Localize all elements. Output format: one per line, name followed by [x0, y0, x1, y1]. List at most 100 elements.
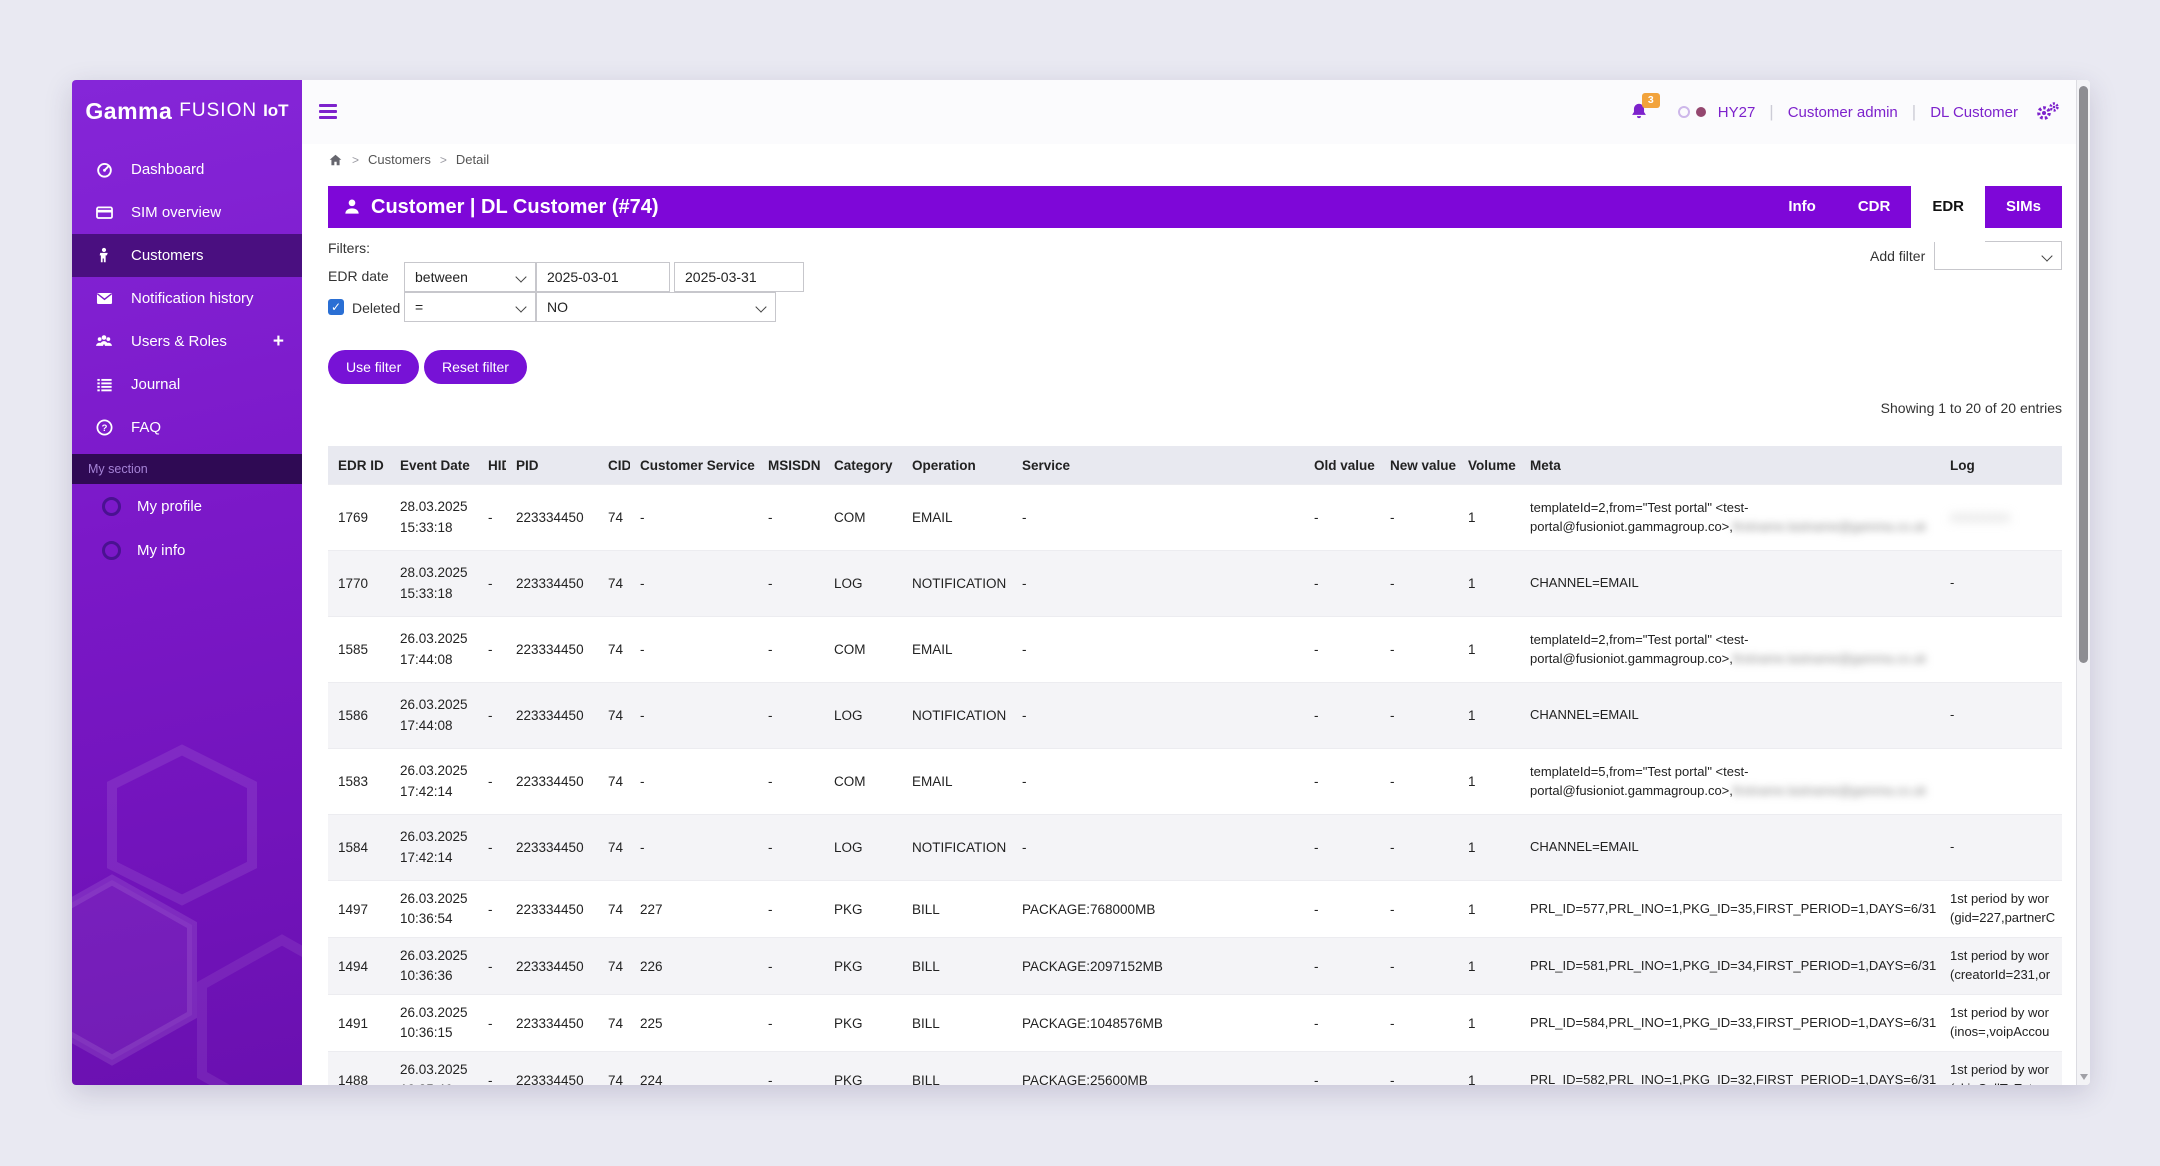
topbar-divider: |: [1769, 102, 1774, 121]
table-row: 1497 26.03.2025 10:36:54 - 223334450 74 227 - PK…: [328, 880, 2062, 938]
sidebar-item-label: Notification history: [131, 290, 254, 307]
content-area: > Customers > Detail Customer | DL Custo…: [302, 144, 2076, 1085]
column-header-event-date[interactable]: Event Date: [390, 446, 478, 485]
column-header-msisdn[interactable]: MSISDN: [758, 446, 824, 485]
person-icon: [345, 199, 359, 214]
column-header-category[interactable]: Category: [824, 446, 902, 485]
edr-date-from-input[interactable]: 2025-03-01: [536, 262, 670, 292]
cell-edr-id: 1585: [338, 642, 369, 657]
column-header-customer-service[interactable]: Customer Service: [630, 446, 758, 485]
cell-customer-service: 227: [640, 901, 663, 917]
cell-category: COM: [834, 510, 866, 525]
expand-plus-icon[interactable]: +: [273, 332, 284, 351]
account-link[interactable]: HY27: [1718, 104, 1756, 121]
cell-edr-id: 1497: [338, 901, 369, 917]
cell-new-value: -: [1390, 1015, 1395, 1031]
breadcrumb-customers[interactable]: Customers: [368, 152, 431, 167]
sidebar-item-users-roles[interactable]: Users & Roles +: [72, 320, 302, 363]
cell-log: -: [1940, 682, 2062, 749]
hexagon-pattern-decoration: [72, 744, 302, 1085]
tab-edr[interactable]: EDR: [1911, 186, 1985, 242]
sidebar-item-label: Dashboard: [131, 161, 205, 178]
sidebar-item-label: My profile: [137, 497, 203, 515]
cell-new-value: -: [1390, 510, 1395, 525]
edr-table: EDR IDEvent DateHIDPIDCIDCustomer Servic…: [328, 446, 2062, 1085]
customer-icon: [94, 246, 114, 266]
sidebar-item-dashboard[interactable]: Dashboard: [72, 148, 302, 191]
cell-edr-id: 1488: [328, 1051, 390, 1085]
cell-volume: 1: [1468, 1015, 1476, 1031]
column-header-service[interactable]: Service: [1012, 446, 1304, 485]
cell-edr-id: 1494: [328, 937, 390, 995]
sidebar-item-my-info[interactable]: My info: [72, 528, 302, 572]
home-icon[interactable]: [328, 153, 343, 167]
column-header-hid[interactable]: HID: [478, 446, 506, 485]
add-filter-select[interactable]: [1934, 241, 2062, 270]
sidebar-item-label: Users & Roles: [131, 333, 227, 350]
cell-operation: BILL: [912, 1015, 940, 1031]
notifications-button[interactable]: 3: [1628, 93, 1660, 124]
customer-link[interactable]: DL Customer: [1930, 104, 2018, 121]
cell-old-value: -: [1314, 642, 1319, 657]
sidebar-item-notification-history[interactable]: Notification history: [72, 277, 302, 320]
reset-filter-button[interactable]: Reset filter: [424, 350, 527, 384]
cell-pid: 223334450: [516, 642, 584, 657]
cell-datetime: 26.03.2025 10:36:54: [400, 890, 468, 926]
scrollbar-down-arrow-icon[interactable]: [2080, 1074, 2088, 1080]
column-header-new-value[interactable]: New value: [1380, 446, 1458, 485]
deleted-operator-select[interactable]: =: [404, 292, 536, 322]
cell-service: PACKAGE:25600MB: [1012, 1051, 1304, 1085]
column-header-edr-id[interactable]: EDR ID: [328, 446, 390, 485]
column-header-volume[interactable]: Volume: [1458, 446, 1520, 485]
column-header-cid[interactable]: CID: [598, 446, 630, 485]
tab-cdr[interactable]: CDR: [1837, 186, 1912, 228]
edr-date-operator-select[interactable]: between: [404, 262, 536, 292]
use-filter-button[interactable]: Use filter: [328, 350, 420, 384]
cell-cid: 74: [608, 774, 624, 789]
cell-hid: -: [488, 774, 493, 789]
cell-cid: 74: [598, 814, 630, 881]
cell-customer-service: -: [630, 550, 758, 617]
cell-customer-service: -: [630, 682, 758, 749]
cell-customer-service: 225: [640, 1015, 663, 1031]
gauge-icon: [94, 160, 114, 180]
cell-edr-id: 1491: [338, 1015, 369, 1031]
cell-operation: EMAIL: [912, 642, 953, 657]
sidebar-item-faq[interactable]: ? FAQ: [72, 406, 302, 449]
add-filter-label: Add filter: [1870, 248, 1926, 264]
cell-datetime: 28.03.2025 15:33:18: [390, 550, 478, 617]
customer-detail-header: Customer | DL Customer (#74) Info CDR EDR S…: [328, 186, 2062, 242]
cell-volume: 1: [1458, 1051, 1520, 1085]
menu-toggle-icon[interactable]: [319, 104, 337, 122]
column-header-pid[interactable]: PID: [506, 446, 598, 485]
deleted-filter-checkbox[interactable]: ✓: [328, 299, 344, 315]
sidebar-item-sim-overview[interactable]: SIM overview: [72, 191, 302, 234]
role-link[interactable]: Customer admin: [1788, 104, 1898, 121]
column-header-old-value[interactable]: Old value: [1304, 446, 1380, 485]
settings-button[interactable]: [2034, 100, 2060, 124]
table-row: 1585 26.03.2025 17:44:08 - 223334450 74 - - COM E…: [328, 616, 2062, 683]
edr-date-to-value: 2025-03-31: [685, 269, 757, 285]
tab-sims[interactable]: SIMs: [1985, 186, 2062, 228]
page-title: Customer | DL Customer (#74): [342, 186, 659, 228]
tab-info[interactable]: Info: [1767, 186, 1837, 228]
sidebar-item-label: Customers: [131, 247, 204, 264]
deleted-value-select[interactable]: NO: [536, 292, 776, 322]
cell-msisdn: -: [768, 901, 773, 917]
cell-customer-service: 226: [630, 937, 758, 995]
column-header-operation[interactable]: Operation: [902, 446, 1012, 485]
circle-icon: [102, 496, 121, 516]
sidebar-item-my-profile[interactable]: My profile: [72, 484, 302, 528]
sidebar-item-customers[interactable]: Customers: [72, 234, 302, 277]
column-header-log[interactable]: Log: [1940, 446, 2062, 485]
column-header-meta[interactable]: Meta: [1520, 446, 1940, 485]
cell-service: -: [1012, 814, 1304, 881]
sidebar-item-journal[interactable]: Journal: [72, 363, 302, 406]
topbar: 3 HY27 | Customer admin | DL Customer: [302, 80, 2076, 145]
vertical-scrollbar[interactable]: [2076, 80, 2090, 1085]
edr-date-to-input[interactable]: 2025-03-31: [674, 262, 804, 292]
brand-logo[interactable]: Gamma FUSION IoT: [72, 80, 302, 142]
notifications-count-badge: 3: [1641, 93, 1660, 108]
scrollbar-thumb[interactable]: [2079, 86, 2088, 663]
deleted-operator-value: =: [415, 299, 424, 315]
